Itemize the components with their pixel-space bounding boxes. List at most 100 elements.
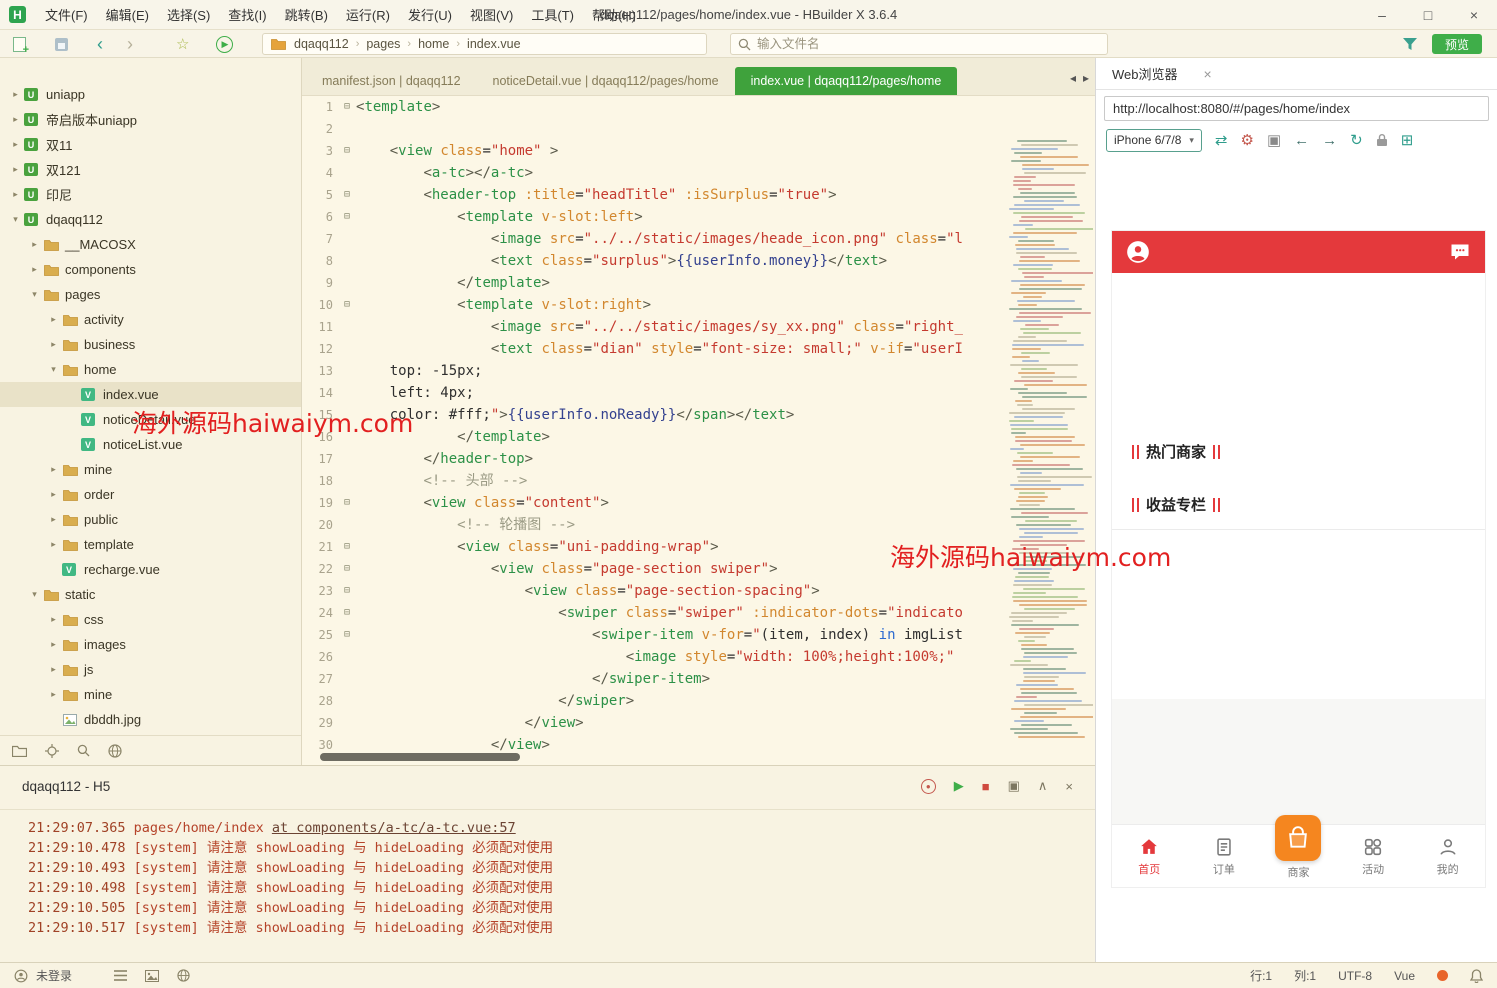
tab-首页[interactable]: 首页 <box>1112 825 1187 887</box>
code-line[interactable]: 18 <!-- 头部 --> <box>302 470 1095 492</box>
globe-icon[interactable] <box>108 744 122 758</box>
tree-item-home[interactable]: ▾home <box>0 357 301 382</box>
message-icon[interactable] <box>1448 240 1472 264</box>
tree-item-template[interactable]: ▸template <box>0 532 301 557</box>
code-line[interactable]: 27 </swiper-item> <box>302 668 1095 690</box>
tab-订单[interactable]: 订单 <box>1187 825 1262 887</box>
horizontal-scrollbar[interactable] <box>320 753 520 761</box>
code-line[interactable]: 15 color: #fff;">{{userInfo.noReady}}</s… <box>302 404 1095 426</box>
fold-marker-icon[interactable]: ⊟ <box>338 206 356 228</box>
code-line[interactable]: 14 left: 4px; <box>302 382 1095 404</box>
tree-expanded-arrow-icon[interactable]: ▾ <box>27 589 42 600</box>
bell-icon[interactable] <box>1470 969 1483 983</box>
tab-活动[interactable]: 活动 <box>1336 825 1411 887</box>
tree-item-pages[interactable]: ▾pages <box>0 282 301 307</box>
code-line[interactable]: 7 <image src="../../static/images/heade_… <box>302 228 1095 250</box>
code-line[interactable]: 2 <box>302 118 1095 140</box>
refresh-icon[interactable]: ↻ <box>1350 133 1363 148</box>
tree-collapsed-arrow-icon[interactable]: ▸ <box>8 164 23 175</box>
code-line[interactable]: 4 <a-tc></a-tc> <box>302 162 1095 184</box>
search-project-icon[interactable] <box>77 744 90 757</box>
fold-marker-icon[interactable]: ⊟ <box>338 96 356 118</box>
code-line[interactable]: 1⊟<template> <box>302 96 1095 118</box>
tree-item-印尼[interactable]: ▸U印尼 <box>0 182 301 207</box>
minimize-button[interactable]: – <box>1359 0 1405 30</box>
image-preview-icon[interactable] <box>145 970 159 982</box>
tree-item-mine[interactable]: ▸mine <box>0 682 301 707</box>
tree-item-dqaqq112[interactable]: ▾Udqaqq112 <box>0 207 301 232</box>
breadcrumb-item[interactable]: index.vue <box>467 37 521 51</box>
locate-file-icon[interactable] <box>45 744 59 758</box>
editor-tab[interactable]: noticeDetail.vue | dqaqq112/pages/home <box>477 67 735 95</box>
favorite-star-icon[interactable]: ☆ <box>176 30 189 58</box>
editor-tab[interactable]: index.vue | dqaqq112/pages/home <box>735 67 958 95</box>
tree-collapsed-arrow-icon[interactable]: ▸ <box>8 189 23 200</box>
tree-expanded-arrow-icon[interactable]: ▾ <box>8 214 23 225</box>
close-console-icon[interactable]: × <box>1065 779 1073 794</box>
tree-item-images[interactable]: ▸images <box>0 632 301 657</box>
export-icon[interactable]: ▣ <box>1008 778 1020 794</box>
tree-item-order[interactable]: ▸order <box>0 482 301 507</box>
login-status[interactable]: 未登录 <box>36 967 72 984</box>
tree-item-recharge.vue[interactable]: Vrecharge.vue <box>0 557 301 582</box>
tree-expanded-arrow-icon[interactable]: ▾ <box>46 364 61 375</box>
code-editor[interactable]: 1⊟<template>23⊟ <view class="home" >4 <a… <box>302 96 1095 765</box>
code-line[interactable]: 22⊟ <view class="page-section swiper"> <box>302 558 1095 580</box>
tree-item-css[interactable]: ▸css <box>0 607 301 632</box>
tree-expanded-arrow-icon[interactable]: ▾ <box>27 289 42 300</box>
code-line[interactable]: 3⊟ <view class="home" > <box>302 140 1095 162</box>
tab-prev-icon[interactable]: ◂ <box>1070 71 1076 85</box>
tab-next-icon[interactable]: ▸ <box>1083 71 1089 85</box>
webview-tab[interactable]: Web浏览器 <box>1112 64 1178 83</box>
tree-collapsed-arrow-icon[interactable]: ▸ <box>46 489 61 500</box>
tree-collapsed-arrow-icon[interactable]: ▸ <box>8 114 23 125</box>
webview-close-icon[interactable]: × <box>1204 66 1212 82</box>
menu-item[interactable]: 视图(V) <box>461 1 522 28</box>
code-line[interactable]: 16 </template> <box>302 426 1095 448</box>
code-line[interactable]: 26 <image style="width: 100%;height:100%… <box>302 646 1095 668</box>
stop-icon[interactable]: ■ <box>982 779 990 794</box>
fold-marker-icon[interactable]: ⊟ <box>338 536 356 558</box>
code-line[interactable]: 21⊟ <view class="uni-padding-wrap"> <box>302 536 1095 558</box>
rerun-icon[interactable]: ▶ <box>954 778 964 794</box>
collapse-icon[interactable]: ∧ <box>1038 778 1048 794</box>
tree-item-index.vue[interactable]: Vindex.vue <box>0 382 301 407</box>
tree-item-帝启版本uniapp[interactable]: ▸U帝启版本uniapp <box>0 107 301 132</box>
run-icon[interactable]: ▶ <box>216 30 233 58</box>
tree-collapsed-arrow-icon[interactable]: ▸ <box>46 614 61 625</box>
tree-item-noticeList.vue[interactable]: VnoticeList.vue <box>0 432 301 457</box>
forward-icon[interactable]: › <box>127 30 133 58</box>
fold-marker-icon[interactable]: ⊟ <box>338 492 356 514</box>
menu-item[interactable]: 选择(S) <box>158 1 219 28</box>
log-source-link[interactable]: at components/a-tc/a-tc.vue:57 <box>272 820 516 836</box>
code-line[interactable]: 19⊟ <view class="content"> <box>302 492 1095 514</box>
code-line[interactable]: 23⊟ <view class="page-section-spacing"> <box>302 580 1095 602</box>
web-globe-icon[interactable] <box>177 969 190 982</box>
cursor-line[interactable]: 行:1 <box>1250 967 1272 984</box>
filter-funnel-icon[interactable] <box>1402 30 1418 58</box>
fold-marker-icon[interactable]: ⊟ <box>338 624 356 646</box>
language-mode[interactable]: Vue <box>1394 969 1415 983</box>
tree-item-__MACOSX[interactable]: ▸__MACOSX <box>0 232 301 257</box>
tab-我的[interactable]: 我的 <box>1410 825 1485 887</box>
url-input[interactable] <box>1104 96 1489 121</box>
console-tab[interactable]: dqaqq112 - H5 <box>22 779 110 794</box>
menu-item[interactable]: 文件(F) <box>36 1 97 28</box>
minimap[interactable] <box>1007 138 1093 749</box>
tree-collapsed-arrow-icon[interactable]: ▸ <box>46 314 61 325</box>
tree-item-noticeDetail.vue[interactable]: VnoticeDetail.vue <box>0 407 301 432</box>
tree-item-双11[interactable]: ▸U双11 <box>0 132 301 157</box>
back-icon[interactable]: ‹ <box>97 30 103 58</box>
code-line[interactable]: 10⊟ <template v-slot:right> <box>302 294 1095 316</box>
code-line[interactable]: 20 <!-- 轮播图 --> <box>302 514 1095 536</box>
tree-collapsed-arrow-icon[interactable]: ▸ <box>46 689 61 700</box>
breadcrumb-item[interactable]: dqaqq112 <box>294 37 349 51</box>
fold-marker-icon[interactable]: ⊟ <box>338 140 356 162</box>
tree-collapsed-arrow-icon[interactable]: ▸ <box>46 639 61 650</box>
grid-apps-icon[interactable]: ⊞ <box>1401 133 1414 148</box>
nav-back-icon[interactable]: ← <box>1294 133 1309 148</box>
tree-item-dbddh.jpg[interactable]: dbddh.jpg <box>0 707 301 732</box>
save-icon[interactable] <box>55 30 68 58</box>
code-line[interactable]: 25⊟ <swiper-item v-for="(item, index) in… <box>302 624 1095 646</box>
menu-item[interactable]: 发行(U) <box>399 1 461 28</box>
